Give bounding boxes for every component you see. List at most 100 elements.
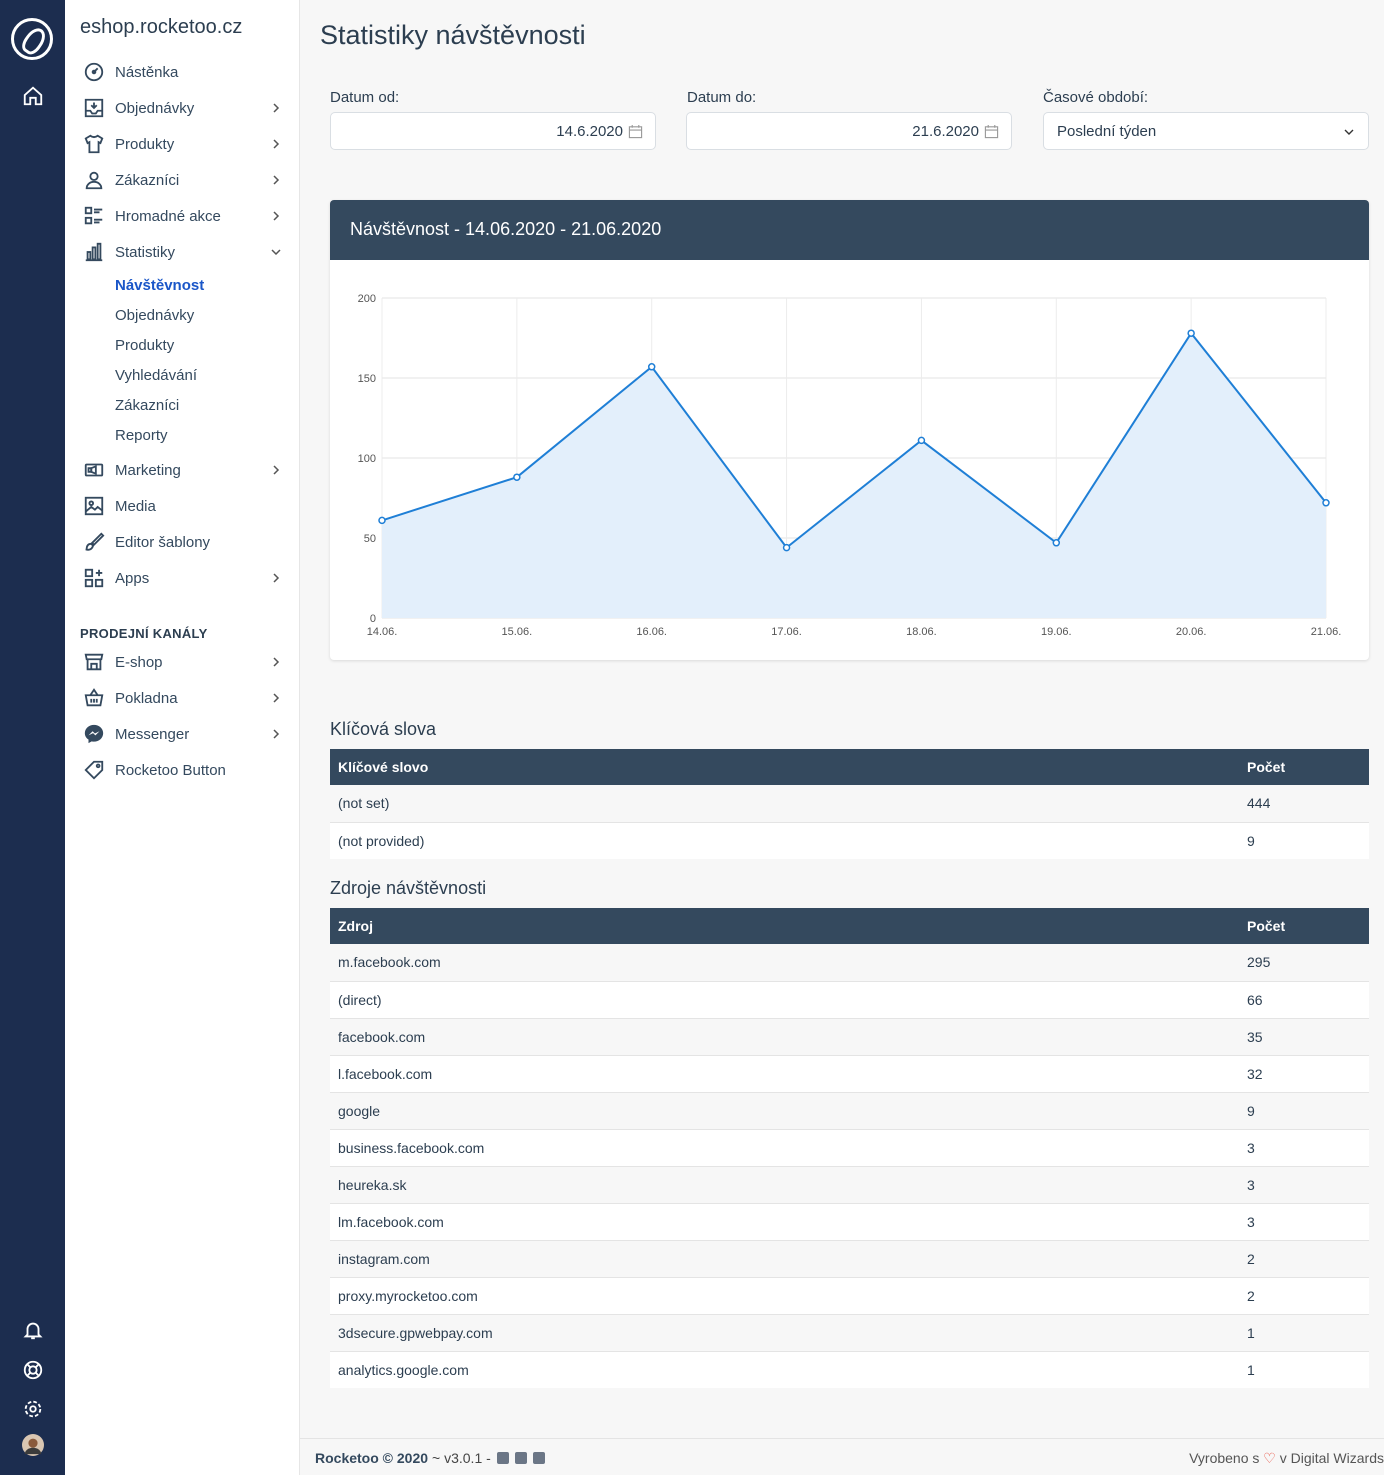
- table-row: (not provided) 9: [330, 822, 1369, 859]
- dashboard-icon: [83, 61, 105, 83]
- gear-icon[interactable]: [20, 1396, 45, 1421]
- sub-item-produkty[interactable]: Produkty: [115, 337, 174, 354]
- sidebar-item-apps[interactable]: Apps: [83, 563, 283, 593]
- sidebar-item-objednavky[interactable]: Objednávky: [83, 93, 283, 123]
- table-row: facebook.com 35: [330, 1018, 1369, 1055]
- sidebar-item-label: Media: [115, 497, 156, 515]
- table-row: (not set) 444: [330, 785, 1369, 822]
- source-count-cell: 3: [1247, 1140, 1255, 1156]
- rocket-logo[interactable]: [11, 18, 53, 60]
- calendar-icon[interactable]: [628, 124, 643, 139]
- x-tick-label: 20.06.: [1176, 626, 1207, 638]
- image-icon: [83, 495, 105, 517]
- period-select[interactable]: Poslední týden: [1043, 112, 1369, 150]
- sidebar-item-media[interactable]: Media: [83, 491, 283, 521]
- sub-item-vyhledavani[interactable]: Vyhledávání: [115, 367, 197, 384]
- period-select-value: Poslední týden: [1057, 123, 1157, 140]
- sidebar-item-messenger[interactable]: Messenger: [83, 719, 283, 749]
- sub-item-zakaznici[interactable]: Zákazníci: [115, 397, 179, 414]
- data-point: [782, 543, 791, 552]
- column-header[interactable]: Klíčové slovo: [338, 759, 428, 775]
- sidebar-item-label: Editor šablony: [115, 533, 211, 551]
- source-name-cell: proxy.myrocketoo.com: [338, 1288, 478, 1304]
- x-tick-label: 16.06.: [636, 626, 667, 638]
- page-title: Statistiky návštěvnosti: [320, 20, 586, 50]
- source-count-cell: 3: [1247, 1214, 1255, 1230]
- sub-item-reporty[interactable]: Reporty: [115, 427, 168, 444]
- bell-icon[interactable]: [20, 1317, 45, 1342]
- table-row: (direct) 66: [330, 981, 1369, 1018]
- sub-item-navstevnost[interactable]: Návštěvnost: [115, 277, 204, 294]
- chevron-right-icon: [273, 657, 280, 667]
- column-header[interactable]: Zdroj: [338, 918, 373, 934]
- sidebar-item-nastenka[interactable]: Nástěnka: [83, 57, 283, 87]
- source-name-cell: 3dsecure.gpwebpay.com: [338, 1325, 493, 1341]
- date-from-value: 14.6.2020: [556, 123, 623, 140]
- date-from-label: Datum od:: [330, 89, 400, 106]
- chevron-right-icon: [273, 139, 280, 149]
- heart-icon: ♡: [1263, 1450, 1276, 1466]
- column-header[interactable]: Počet: [1247, 918, 1285, 934]
- avatar[interactable]: [20, 1432, 45, 1457]
- chevron-right-icon: [273, 175, 280, 185]
- keyword-name-cell: (not provided): [338, 833, 425, 849]
- chevron-right-icon: [273, 729, 280, 739]
- section-title-channels: PRODEJNÍ KANÁLY: [80, 626, 208, 641]
- lifebuoy-icon[interactable]: [20, 1357, 45, 1382]
- sidebar-item-pokladna[interactable]: Pokladna: [83, 683, 283, 713]
- y-tick-label: 0: [370, 613, 376, 625]
- footer-made-suffix[interactable]: v Digital Wizards: [1280, 1450, 1384, 1466]
- youtube-icon[interactable]: [514, 1452, 527, 1464]
- source-count-cell: 295: [1247, 954, 1271, 970]
- data-point: [378, 516, 386, 525]
- table-row: lm.facebook.com 3: [330, 1203, 1369, 1240]
- sidebar-item-statistiky[interactable]: Statistiky: [83, 237, 283, 267]
- sidebar-item-produkty[interactable]: Produkty: [83, 129, 283, 159]
- keyword-count-cell: 9: [1247, 833, 1255, 849]
- source-name-cell: instagram.com: [338, 1251, 430, 1267]
- source-count-cell: 32: [1247, 1066, 1263, 1082]
- y-tick-label: 200: [358, 293, 376, 305]
- sidebar-item-label: E-shop: [115, 653, 163, 671]
- sidebar-item-eshop[interactable]: E-shop: [83, 647, 283, 677]
- chart-title: Návštěvnost - 14.06.2020 - 21.06.2020: [330, 200, 1369, 260]
- date-from-input[interactable]: 14.6.2020: [330, 112, 656, 150]
- column-header[interactable]: Počet: [1247, 759, 1285, 775]
- docs-icon[interactable]: [532, 1452, 545, 1464]
- footer-brand: Rocketoo © 2020: [315, 1450, 429, 1466]
- facebook-icon[interactable]: [496, 1452, 509, 1464]
- messenger-icon: [83, 723, 105, 745]
- megaphone-icon: [83, 459, 105, 481]
- keyword-name-cell: (not set): [338, 795, 390, 811]
- sidebar-item-editor-sablony[interactable]: Editor šablony: [83, 527, 283, 557]
- sidebar-item-hromadne-akce[interactable]: Hromadné akce: [83, 201, 283, 231]
- sidebar-item-label: Rocketoo Button: [115, 761, 226, 779]
- sidebar-item-label: Pokladna: [115, 689, 178, 707]
- sidebar-item-marketing[interactable]: Marketing: [83, 455, 283, 485]
- checklist-icon: [83, 205, 105, 227]
- sidebar: eshop.rocketoo.cz Nástěnka Objednávky Pr…: [65, 0, 300, 1475]
- source-name-cell: (direct): [338, 992, 382, 1008]
- bar-chart-icon: [83, 241, 105, 263]
- table-row: business.facebook.com 3: [330, 1129, 1369, 1166]
- source-count-cell: 35: [1247, 1029, 1263, 1045]
- table-row: l.facebook.com 32: [330, 1055, 1369, 1092]
- date-to-input[interactable]: 21.6.2020: [686, 112, 1012, 150]
- source-name-cell: business.facebook.com: [338, 1140, 485, 1156]
- table-row: m.facebook.com 295: [330, 944, 1369, 981]
- sidebar-item-label: Nástěnka: [115, 63, 179, 81]
- sidebar-item-rocketoo-button[interactable]: Rocketoo Button: [83, 755, 283, 785]
- data-point: [1322, 499, 1330, 507]
- chevron-down-icon: [271, 249, 281, 256]
- tag-icon: [83, 759, 105, 781]
- sub-item-objednavky[interactable]: Objednávky: [115, 307, 194, 324]
- basket-icon: [83, 687, 105, 709]
- home-icon[interactable]: [20, 83, 45, 108]
- source-count-cell: 66: [1247, 992, 1263, 1008]
- sidebar-item-label: Hromadné akce: [115, 207, 221, 225]
- store-name[interactable]: eshop.rocketoo.cz: [80, 16, 242, 39]
- table-row: 3dsecure.gpwebpay.com 1: [330, 1314, 1369, 1351]
- traffic-chart: 0 50 100 150 200 14.06. 15.06. 16.06. 17.06. 18.0…: [358, 293, 1342, 638]
- sidebar-item-zakaznici[interactable]: Zákazníci: [83, 165, 283, 195]
- calendar-icon[interactable]: [984, 124, 999, 139]
